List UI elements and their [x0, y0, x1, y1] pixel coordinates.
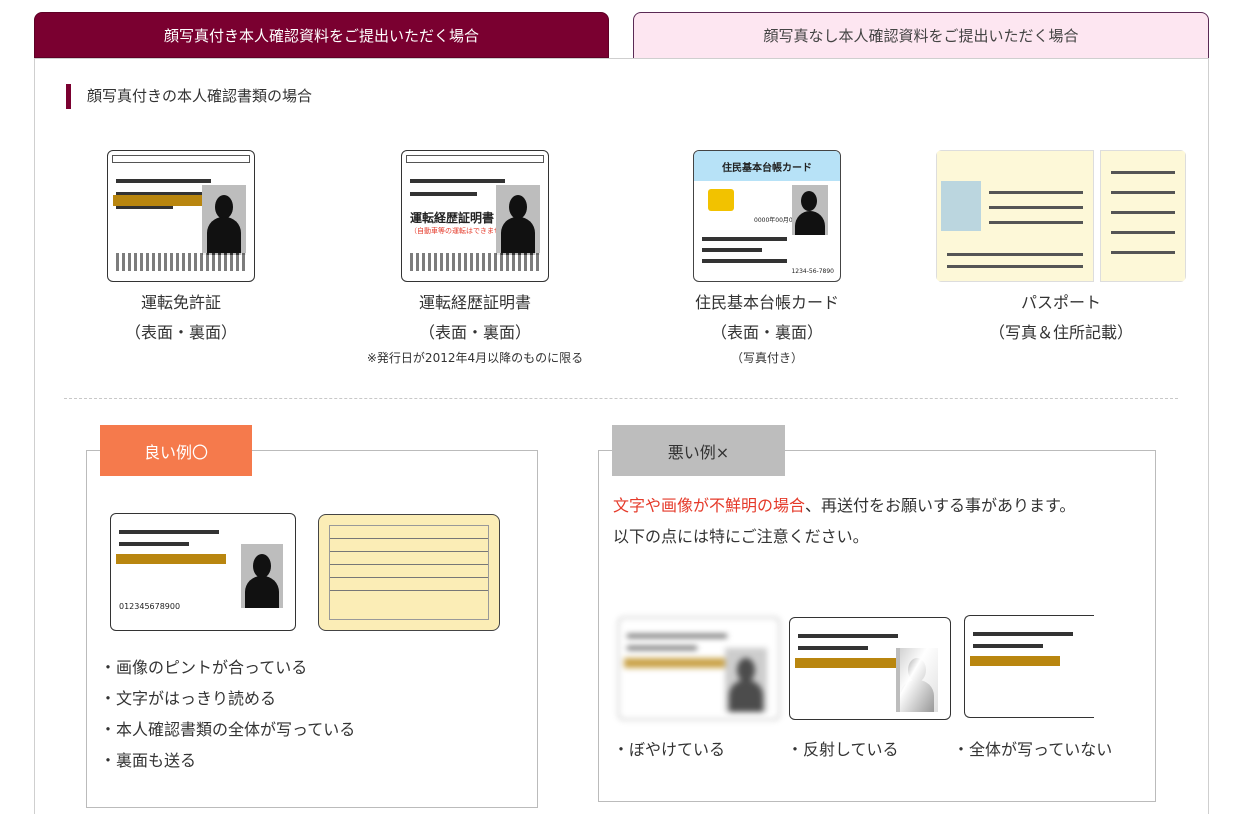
- glare-card-image: [789, 617, 951, 720]
- drivers-license-image: [107, 150, 255, 282]
- good-point: ・裏面も送る: [100, 751, 197, 770]
- good-example-license-front: 012345678900: [110, 513, 296, 631]
- good-point: ・本人確認書類の全体が写っている: [100, 720, 356, 739]
- bad-example-warning: 文字や画像が不鮮明の場合: [613, 496, 806, 515]
- bad-caption-cropped: ・全体が写っていない: [953, 740, 1113, 759]
- document-name: パスポート: [1020, 293, 1101, 312]
- ic-chip-icon: [708, 189, 734, 211]
- good-example-license-back: [318, 514, 500, 631]
- good-example-points: ・画像のピントが合っている ・文字がはっきり読める ・本人確認書類の全体が写って…: [100, 652, 355, 776]
- document-passport: パスポート （写真＆住所記載）: [935, 150, 1187, 348]
- good-example-label: 良い例〇: [100, 425, 252, 476]
- tab-no-photo-id-label: 顔写真なし本人確認資料をご提出いただく場合: [763, 27, 1079, 45]
- bad-example-line2: 以下の点には特にご注意ください。: [613, 527, 869, 546]
- keireki-title: 運転経歴証明書: [410, 211, 495, 225]
- bad-caption-blurry: ・ぼやけている: [613, 740, 726, 759]
- section-title: 顔写真付きの本人確認書類の場合: [66, 84, 312, 109]
- bad-example-warning-rest: 、再送付をお願いする事があります。: [805, 496, 1076, 515]
- good-point: ・文字がはっきり読める: [100, 689, 277, 708]
- blurry-card-image: [618, 617, 780, 720]
- passport-image: [936, 150, 1186, 282]
- document-driving-history: 運転経歴証明書 （自動車等の運転はできません） 運転経歴証明書 （表面・裏面） …: [355, 150, 595, 368]
- tab-no-photo-id[interactable]: 顔写真なし本人確認資料をご提出いただく場合: [633, 12, 1209, 58]
- document-note: ※発行日が2012年4月以降のものに限る: [366, 351, 584, 365]
- document-drivers-license: 運転免許証 （表面・裏面）: [61, 150, 301, 348]
- jumin-card-title: 住民基本台帳カード: [722, 163, 812, 174]
- driving-history-image: 運転経歴証明書 （自動車等の運転はできません）: [401, 150, 549, 282]
- section-divider: [64, 398, 1178, 399]
- bad-example-label: 悪い例×: [612, 425, 785, 476]
- good-point: ・画像のピントが合っている: [100, 658, 308, 677]
- tab-photo-id-label: 顔写真付き本人確認資料をご提出いただく場合: [163, 26, 479, 45]
- document-resident-card: 住民基本台帳カード 0000年00月00日まで有効 1234-56-7890 住…: [647, 150, 887, 368]
- document-name: 住民基本台帳カード: [694, 293, 839, 312]
- tab-photo-id[interactable]: 顔写真付き本人確認資料をご提出いただく場合: [34, 12, 609, 58]
- document-sub: （表面・裏面）: [124, 323, 237, 342]
- document-sub: （写真＆住所記載）: [988, 323, 1133, 342]
- resident-card-image: 住民基本台帳カード 0000年00月00日まで有効 1234-56-7890: [693, 150, 841, 282]
- document-note: （写真付き）: [730, 351, 803, 365]
- document-name: 運転経歴証明書: [418, 293, 531, 312]
- license-number: 012345678900: [119, 602, 181, 611]
- jumin-number: 1234-56-7890: [791, 268, 834, 275]
- bad-example-text: 文字や画像が不鮮明の場合、再送付をお願いする事があります。 以下の点には特にご注…: [613, 490, 1075, 552]
- document-sub: （表面・裏面）: [710, 323, 823, 342]
- bad-caption-glare: ・反射している: [787, 740, 899, 759]
- cropped-card-image: [964, 615, 1094, 718]
- document-sub: （表面・裏面）: [418, 323, 531, 342]
- document-name: 運転免許証: [140, 293, 221, 312]
